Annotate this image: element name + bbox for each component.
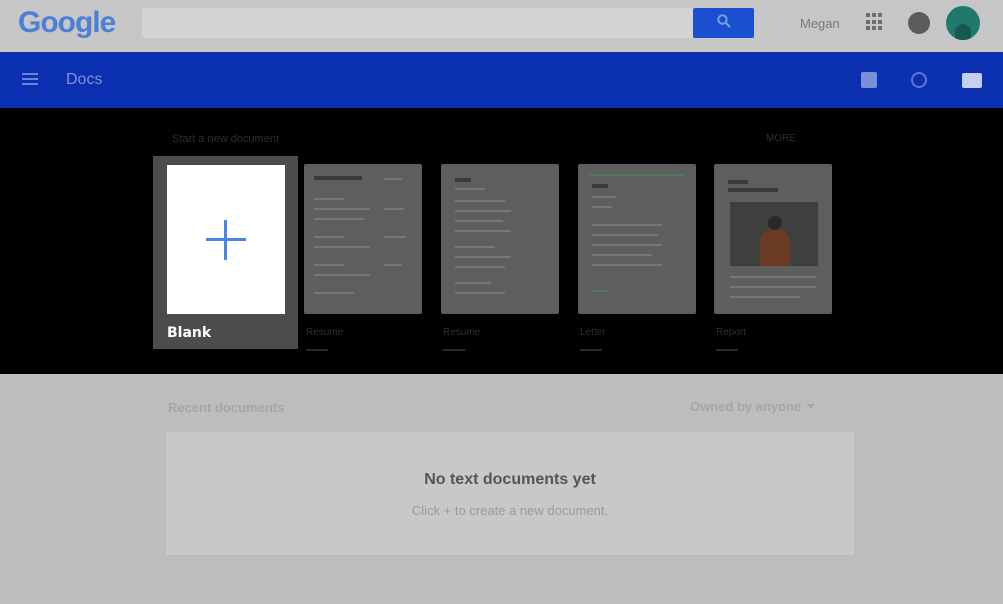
empty-state-title: No text documents yet bbox=[424, 471, 596, 488]
report-cover-image bbox=[730, 202, 818, 266]
template-name: Resume bbox=[443, 327, 481, 338]
blank-template-label: Blank bbox=[167, 325, 212, 341]
docs-header: Docs bbox=[0, 52, 1003, 108]
template-thumbnail-resume-2[interactable] bbox=[441, 164, 559, 314]
chevron-down-icon bbox=[807, 404, 816, 409]
apps-grid-icon[interactable] bbox=[866, 13, 884, 31]
google-top-bar: Google Megan bbox=[0, 0, 1003, 52]
template-style-label bbox=[580, 349, 602, 351]
search-icon bbox=[716, 13, 732, 34]
template-style-label bbox=[306, 349, 328, 351]
template-style-label bbox=[716, 349, 738, 351]
google-logo[interactable]: Google bbox=[18, 6, 116, 40]
template-name: Report bbox=[716, 327, 747, 338]
recent-documents-heading: Recent documents bbox=[168, 400, 285, 415]
owner-filter-dropdown[interactable]: Owned by anyone bbox=[690, 399, 816, 414]
search-input[interactable] bbox=[142, 8, 754, 38]
gallery-heading: Start a new document bbox=[172, 133, 280, 145]
template-style-label bbox=[443, 349, 465, 351]
blank-page-thumbnail[interactable] bbox=[167, 165, 285, 314]
main-menu-icon[interactable] bbox=[22, 73, 38, 85]
file-picker-folder-icon[interactable] bbox=[962, 73, 982, 88]
owner-filter-label: Owned by anyone bbox=[690, 399, 802, 414]
grid-view-icon[interactable] bbox=[861, 72, 877, 88]
plus-icon bbox=[206, 219, 246, 260]
template-thumbnail-letter[interactable] bbox=[578, 164, 696, 314]
template-gallery: Start a new document MORE Blank Resume R… bbox=[0, 108, 1003, 374]
gallery-more-link[interactable]: MORE bbox=[766, 133, 796, 144]
app-title: Docs bbox=[66, 71, 103, 88]
empty-state-subtitle: Click + to create a new document. bbox=[411, 503, 609, 518]
template-name: Resume bbox=[306, 327, 344, 338]
template-thumbnail-report[interactable] bbox=[714, 164, 832, 314]
search-button[interactable] bbox=[693, 8, 754, 38]
blank-document-template[interactable]: Blank bbox=[153, 156, 298, 349]
user-name[interactable]: Megan bbox=[800, 16, 840, 31]
empty-state-card: No text documents yet Click + to create … bbox=[166, 432, 854, 555]
sort-options-icon[interactable] bbox=[911, 72, 927, 88]
template-name: Letter bbox=[580, 327, 606, 338]
avatar[interactable] bbox=[946, 6, 980, 40]
template-thumbnail-resume-1[interactable] bbox=[304, 164, 422, 314]
notifications-icon[interactable] bbox=[908, 12, 930, 34]
